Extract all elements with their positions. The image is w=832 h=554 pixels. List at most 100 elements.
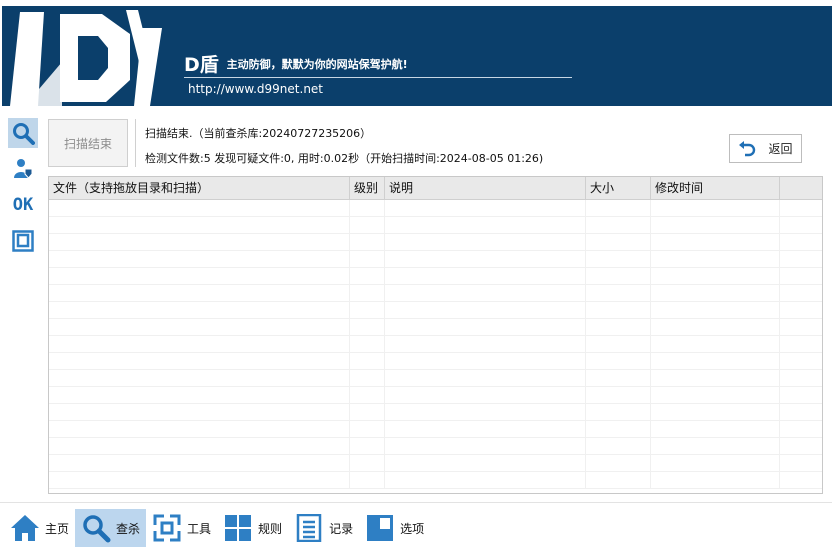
column-header-file[interactable]: 文件（支持拖放目录和扫描） xyxy=(49,177,350,200)
table-cell xyxy=(586,200,651,216)
table-cell xyxy=(780,455,822,471)
nav-logs-label: 记录 xyxy=(329,521,354,536)
table-cell xyxy=(651,336,780,352)
table-cell xyxy=(49,285,350,301)
table-cell xyxy=(651,234,780,250)
table-cell xyxy=(586,251,651,267)
table-cell xyxy=(385,421,586,437)
table-row xyxy=(49,353,822,370)
table-cell xyxy=(385,234,586,250)
table-cell xyxy=(651,455,780,471)
table-cell xyxy=(385,200,586,216)
table-cell xyxy=(49,421,350,437)
scan-button[interactable]: 扫描结束 xyxy=(48,119,128,167)
table-cell xyxy=(651,251,780,267)
left-toolbar: OK xyxy=(8,118,40,262)
column-header-description[interactable]: 说明 xyxy=(385,177,586,200)
table-cell xyxy=(586,438,651,454)
back-button-label: 返回 xyxy=(768,142,793,156)
table-cell xyxy=(780,217,822,233)
table-cell xyxy=(651,421,780,437)
table-cell xyxy=(780,319,822,335)
table-cell xyxy=(49,353,350,369)
log-icon xyxy=(294,513,324,543)
nav-tools-label: 工具 xyxy=(187,521,212,536)
table-cell xyxy=(586,353,651,369)
table-cell xyxy=(586,268,651,284)
table-cell xyxy=(49,387,350,403)
frame-tool-button[interactable] xyxy=(8,226,38,256)
undo-arrow-icon xyxy=(739,140,756,156)
table-cell xyxy=(385,285,586,301)
table-cell xyxy=(586,472,651,488)
column-header-modified-time[interactable]: 修改时间 xyxy=(651,177,780,200)
table-cell xyxy=(350,421,385,437)
nav-home[interactable]: 主页 xyxy=(4,509,75,547)
table-cell xyxy=(651,319,780,335)
nav-scan[interactable]: 查杀 xyxy=(75,509,147,547)
table-cell xyxy=(385,251,586,267)
table-cell xyxy=(780,302,822,318)
table-cell xyxy=(350,353,385,369)
back-button[interactable]: 返回 xyxy=(729,134,802,163)
table-cell xyxy=(385,438,586,454)
table-cell xyxy=(49,472,350,488)
ok-tool-button[interactable]: OK xyxy=(8,190,38,220)
nav-scan-label: 查杀 xyxy=(116,521,141,536)
table-cell xyxy=(385,472,586,488)
table-cell xyxy=(586,319,651,335)
table-cell xyxy=(49,404,350,420)
user-shield-icon xyxy=(14,159,33,179)
column-header-filler xyxy=(780,177,822,200)
table-row xyxy=(49,217,822,234)
table-row xyxy=(49,387,822,404)
d-shield-logo-icon xyxy=(10,10,162,106)
table-row xyxy=(49,302,822,319)
table-cell xyxy=(385,217,586,233)
table-row xyxy=(49,404,822,421)
table-row xyxy=(49,421,822,438)
table-cell xyxy=(385,387,586,403)
user-shield-tool-button[interactable] xyxy=(8,154,38,184)
bottom-divider xyxy=(0,502,832,503)
scan-tool-button[interactable] xyxy=(8,118,38,148)
tools-icon xyxy=(152,513,182,543)
options-icon xyxy=(365,513,395,543)
search-icon xyxy=(81,513,111,543)
column-header-level[interactable]: 级别 xyxy=(350,177,385,200)
table-cell xyxy=(49,319,350,335)
table-cell xyxy=(49,455,350,471)
table-cell xyxy=(350,438,385,454)
table-row xyxy=(49,251,822,268)
nav-tools[interactable]: 工具 xyxy=(146,509,217,547)
table-row xyxy=(49,455,822,472)
table-cell xyxy=(49,234,350,250)
nav-rules[interactable]: 规则 xyxy=(217,509,288,547)
table-cell xyxy=(780,234,822,250)
table-cell xyxy=(651,285,780,301)
nav-logs[interactable]: 记录 xyxy=(288,509,359,547)
table-cell xyxy=(350,217,385,233)
table-cell xyxy=(350,234,385,250)
table-cell xyxy=(350,472,385,488)
table-cell xyxy=(350,455,385,471)
website-url[interactable]: http://www.d99net.net xyxy=(188,82,323,96)
table-cell xyxy=(586,455,651,471)
scan-results-table[interactable]: 文件（支持拖放目录和扫描） 级别 说明 大小 修改时间 xyxy=(48,176,823,494)
column-header-size[interactable]: 大小 xyxy=(586,177,651,200)
brand: D盾 主动防御，默默为你的网站保驾护航! xyxy=(184,50,408,77)
table-cell xyxy=(49,438,350,454)
table-cell xyxy=(350,336,385,352)
table-cell xyxy=(651,200,780,216)
table-cell xyxy=(385,353,586,369)
table-cell xyxy=(49,251,350,267)
table-row xyxy=(49,472,822,489)
table-cell xyxy=(350,319,385,335)
table-cell xyxy=(49,302,350,318)
bottom-nav: 主页 查杀 工具 规则 记录 选项 xyxy=(4,509,430,547)
table-cell xyxy=(385,336,586,352)
nav-options[interactable]: 选项 xyxy=(359,509,430,547)
table-row xyxy=(49,370,822,387)
ok-icon: OK xyxy=(12,195,34,215)
frame-icon xyxy=(12,230,34,252)
